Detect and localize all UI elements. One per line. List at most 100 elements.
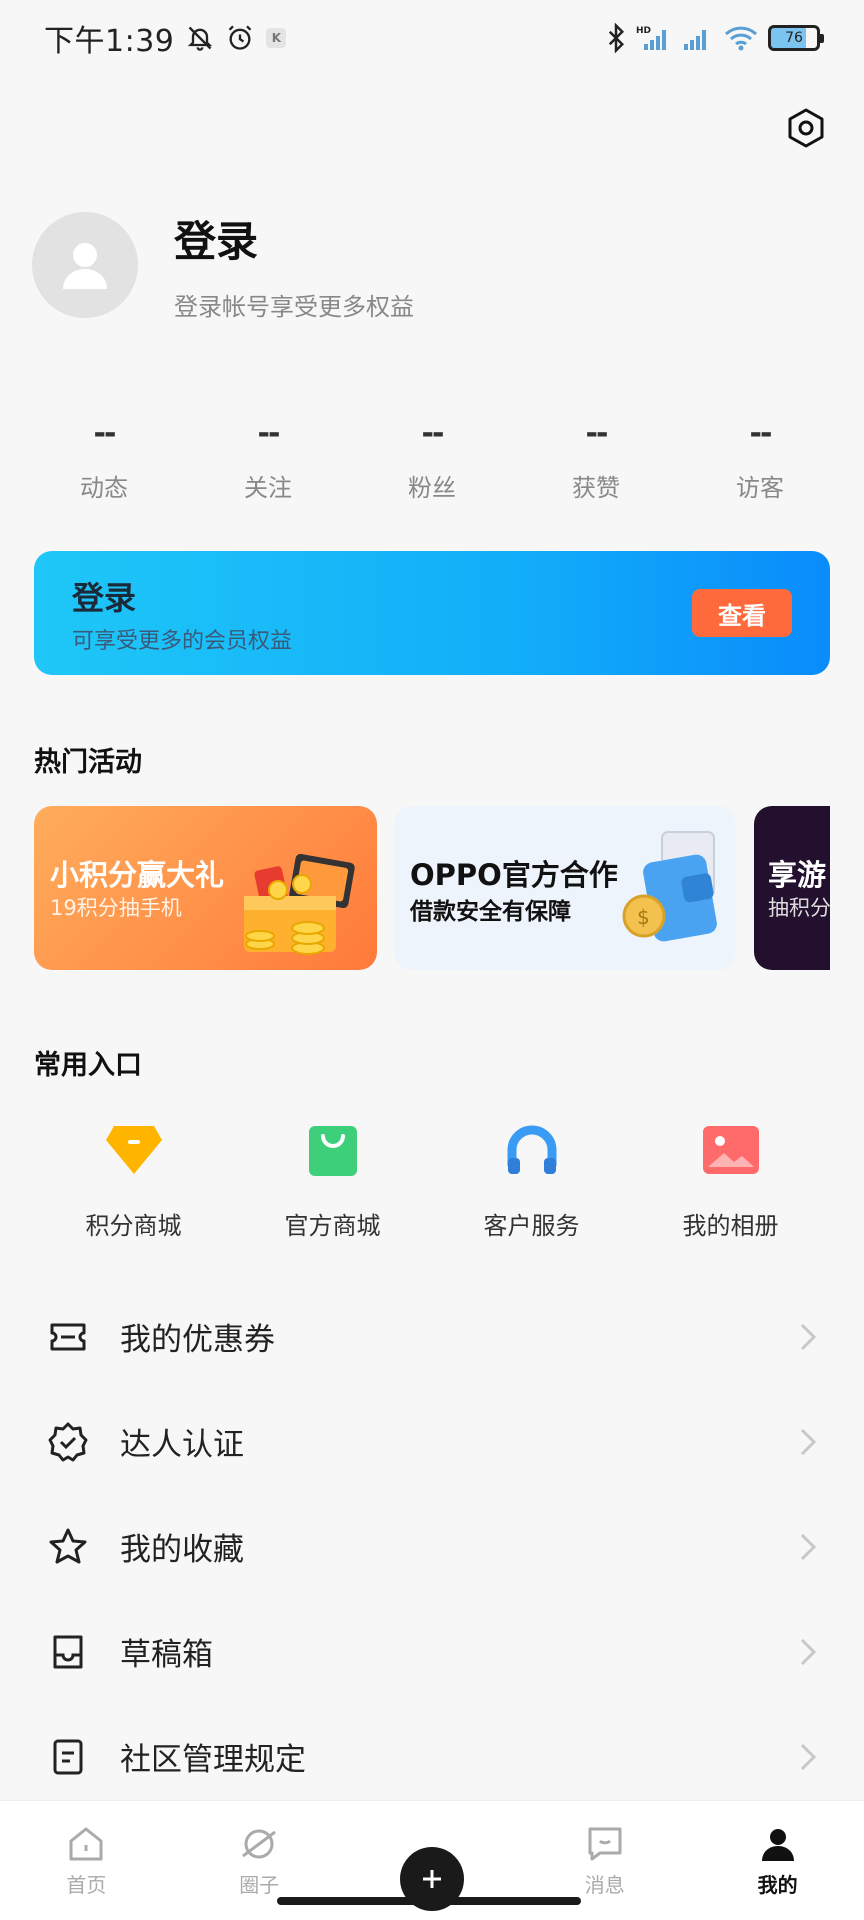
planet-icon bbox=[238, 1823, 280, 1865]
menu-list: 我的优惠券 达人认证 我的收藏 草稿箱 社区管理规定 bbox=[0, 1284, 864, 1809]
stat-likes[interactable]: -- 获赞 bbox=[526, 416, 666, 503]
activity-title: 小积分赢大礼 bbox=[50, 858, 225, 892]
chevron-right-icon bbox=[800, 1743, 817, 1770]
photo-icon bbox=[701, 1120, 761, 1180]
tab-label: 消息 bbox=[584, 1873, 625, 1897]
bluetooth-icon bbox=[608, 23, 625, 53]
stat-value: -- bbox=[421, 416, 445, 451]
stat-value: -- bbox=[257, 416, 281, 451]
signal-icon bbox=[684, 30, 706, 50]
shortcut-customer-service[interactable]: 客户服务 bbox=[442, 1120, 622, 1241]
verified-badge-icon bbox=[48, 1422, 88, 1462]
shortcut-my-album[interactable]: 我的相册 bbox=[641, 1120, 821, 1241]
activity-card-game[interactable]: 享游 抽积分 bbox=[754, 806, 830, 970]
status-bar: 下午1:39 K HD 76 bbox=[0, 0, 864, 76]
activity-subtitle: 抽积分 bbox=[768, 896, 830, 920]
document-icon bbox=[48, 1737, 88, 1777]
stat-value: -- bbox=[585, 416, 609, 451]
default-avatar-icon bbox=[63, 243, 107, 289]
star-icon bbox=[48, 1527, 88, 1567]
wallet-illustration: $ bbox=[622, 831, 717, 942]
stat-value: -- bbox=[93, 416, 117, 451]
activity-subtitle: 借款安全有保障 bbox=[410, 899, 571, 925]
menu-item-drafts[interactable]: 草稿箱 bbox=[0, 1599, 864, 1704]
chevron-right-icon bbox=[800, 1428, 817, 1455]
stat-posts[interactable]: -- 动态 bbox=[34, 416, 174, 503]
shortcuts-title: 常用入口 bbox=[34, 1050, 142, 1081]
message-icon bbox=[584, 1823, 626, 1865]
shortcut-label: 官方商城 bbox=[284, 1212, 381, 1240]
svg-text:$: $ bbox=[637, 905, 650, 929]
settings-button[interactable] bbox=[784, 106, 828, 150]
app-notification-icon: K bbox=[266, 28, 287, 48]
menu-label: 草稿箱 bbox=[120, 1637, 213, 1673]
hot-activities-carousel[interactable]: 小积分赢大礼 19积分抽手机 $ OPPO官方合作 借款安全有保障 享游 抽积分 bbox=[34, 806, 830, 970]
stats-row: -- 动态 -- 关注 -- 粉丝 -- 获赞 -- 访客 bbox=[34, 416, 830, 503]
vip-banner-title: 登录 bbox=[72, 579, 137, 617]
tab-label: 我的 bbox=[757, 1873, 798, 1897]
tab-me[interactable]: 我的 bbox=[691, 1801, 864, 1920]
home-icon bbox=[65, 1823, 107, 1865]
shortcut-official-store[interactable]: 官方商城 bbox=[243, 1120, 423, 1241]
settings-hexagon-icon bbox=[788, 108, 824, 148]
headphones-icon bbox=[502, 1120, 562, 1180]
svg-text:HD: HD bbox=[636, 26, 651, 36]
shortcuts-grid: 积分商城 官方商城 客户服务 我的相册 bbox=[34, 1120, 830, 1241]
status-time: 下午1:39 bbox=[44, 24, 175, 59]
vip-banner-subtitle: 可享受更多的会员权益 bbox=[72, 629, 293, 654]
login-subtitle: 登录帐号享受更多权益 bbox=[174, 293, 414, 321]
stat-label: 关注 bbox=[244, 474, 292, 502]
profile-login[interactable]: 登录 登录帐号享受更多权益 bbox=[32, 208, 414, 322]
menu-item-community-rules[interactable]: 社区管理规定 bbox=[0, 1704, 864, 1809]
stat-label: 动态 bbox=[80, 474, 128, 502]
signal-hd-icon: HD bbox=[636, 26, 666, 50]
shopping-bag-icon bbox=[303, 1120, 363, 1180]
activity-title: OPPO官方合作 bbox=[410, 858, 618, 892]
person-icon bbox=[757, 1823, 799, 1865]
tab-label: 圈子 bbox=[239, 1873, 280, 1897]
stat-following[interactable]: -- 关注 bbox=[198, 416, 338, 503]
activity-card-oppo-loan[interactable]: $ OPPO官方合作 借款安全有保障 bbox=[394, 806, 736, 970]
menu-label: 我的收藏 bbox=[120, 1532, 244, 1568]
shortcut-points-mall[interactable]: 积分商城 bbox=[44, 1120, 224, 1241]
diamond-icon bbox=[104, 1120, 164, 1180]
stat-label: 粉丝 bbox=[408, 474, 456, 502]
avatar[interactable] bbox=[32, 212, 138, 318]
menu-label: 我的优惠券 bbox=[120, 1322, 275, 1358]
stat-value: -- bbox=[749, 416, 773, 451]
shortcut-label: 我的相册 bbox=[682, 1212, 779, 1240]
chevron-right-icon bbox=[800, 1638, 817, 1665]
menu-item-coupons[interactable]: 我的优惠券 bbox=[0, 1284, 864, 1389]
stat-visitors[interactable]: -- 访客 bbox=[690, 416, 830, 503]
stat-followers[interactable]: -- 粉丝 bbox=[362, 416, 502, 503]
activity-card-points-lottery[interactable]: 小积分赢大礼 19积分抽手机 bbox=[34, 806, 377, 970]
menu-item-verification[interactable]: 达人认证 bbox=[0, 1389, 864, 1494]
plus-icon bbox=[422, 1870, 441, 1888]
menu-label: 达人认证 bbox=[120, 1427, 244, 1463]
activity-title: 享游 bbox=[768, 858, 827, 892]
gift-box-illustration bbox=[244, 853, 355, 955]
chevron-right-icon bbox=[800, 1323, 817, 1350]
chevron-right-icon bbox=[800, 1533, 817, 1560]
tab-home[interactable]: 首页 bbox=[0, 1801, 173, 1920]
tab-label: 首页 bbox=[66, 1873, 107, 1897]
shortcut-label: 积分商城 bbox=[85, 1212, 182, 1240]
coupon-icon bbox=[48, 1317, 88, 1357]
login-title[interactable]: 登录 bbox=[174, 208, 414, 269]
hot-activities-title: 热门活动 bbox=[34, 747, 142, 778]
drafts-tray-icon bbox=[48, 1632, 88, 1672]
wifi-icon bbox=[724, 26, 758, 51]
menu-item-favorites[interactable]: 我的收藏 bbox=[0, 1494, 864, 1599]
battery-icon: 76 bbox=[768, 25, 824, 51]
header bbox=[0, 76, 864, 176]
vip-login-banner[interactable]: 登录 可享受更多的会员权益 查看 bbox=[34, 551, 830, 675]
home-indicator[interactable] bbox=[277, 1897, 581, 1905]
stat-label: 获赞 bbox=[572, 474, 620, 502]
vip-view-button[interactable]: 查看 bbox=[692, 589, 792, 637]
shortcut-label: 客户服务 bbox=[483, 1212, 580, 1240]
activity-subtitle: 19积分抽手机 bbox=[50, 896, 182, 920]
menu-label: 社区管理规定 bbox=[120, 1742, 306, 1778]
mute-bell-icon bbox=[188, 26, 213, 51]
stat-label: 访客 bbox=[736, 474, 784, 502]
alarm-clock-icon bbox=[229, 25, 252, 50]
